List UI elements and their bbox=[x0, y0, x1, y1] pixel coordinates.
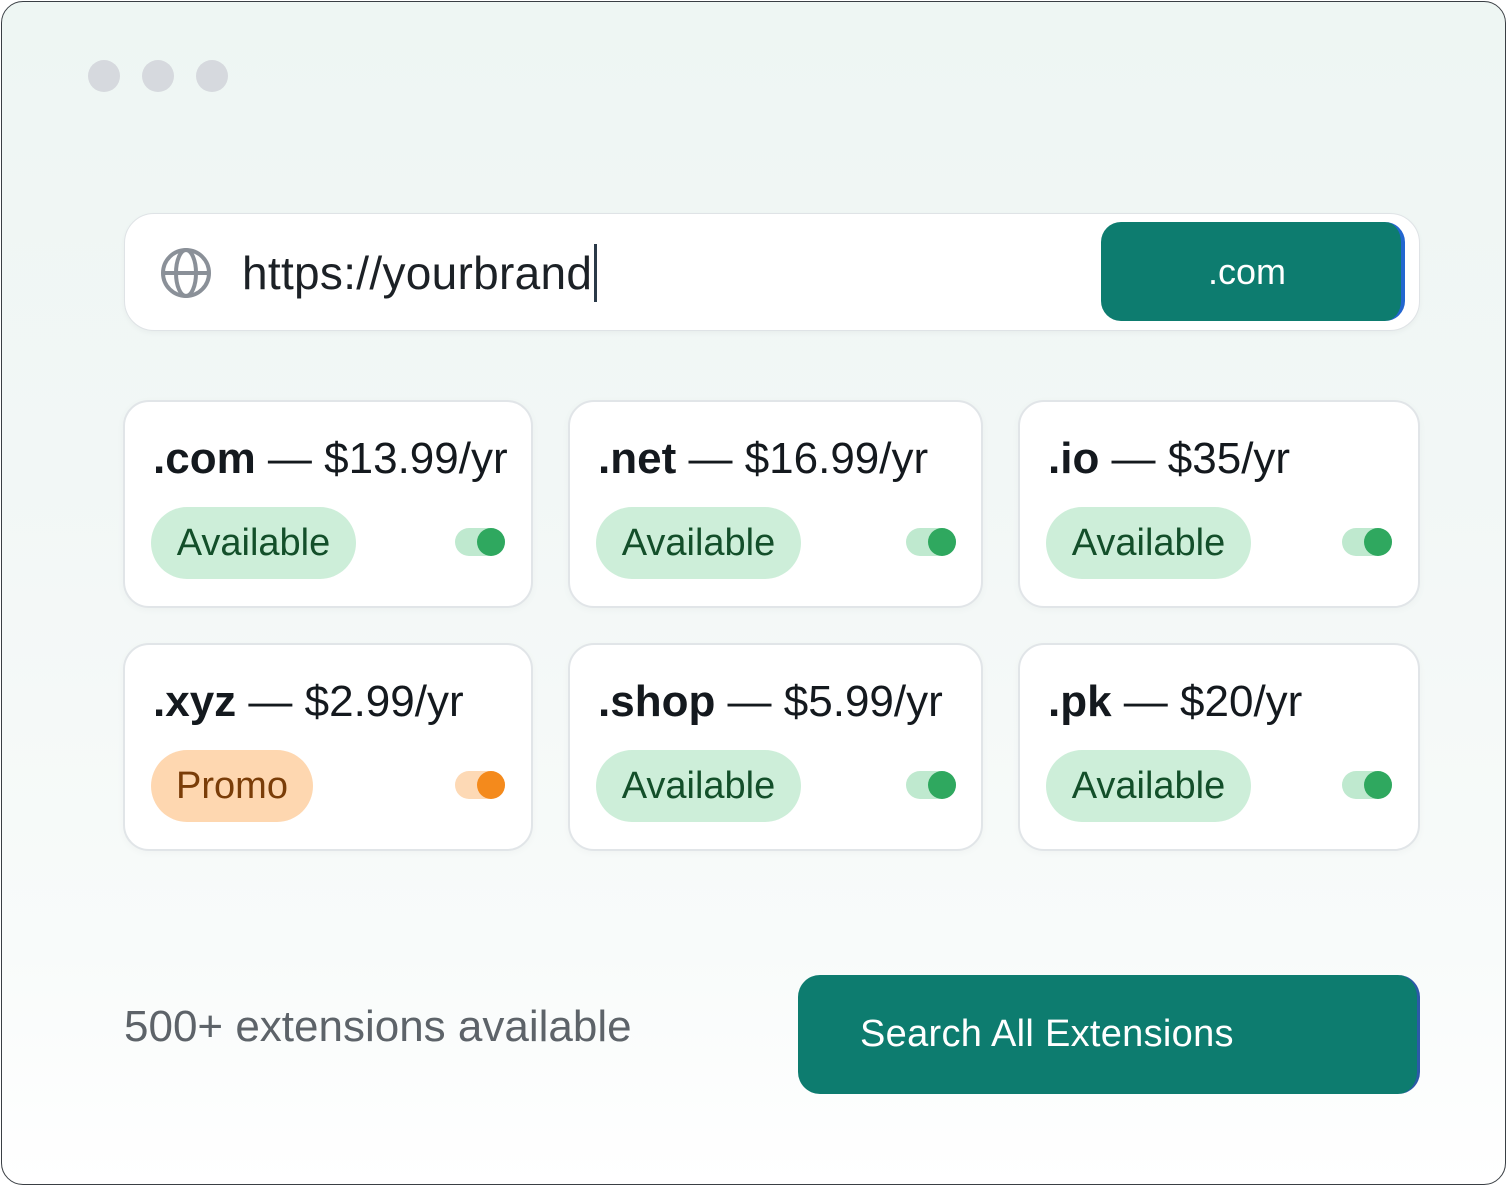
card-title: .pk — $20/yr bbox=[1048, 677, 1302, 727]
card-tld: .com bbox=[153, 434, 256, 483]
domain-card-xyz[interactable]: .xyz — $2.99/yr Promo bbox=[123, 643, 533, 851]
card-separator: — bbox=[236, 677, 305, 726]
card-tld: .pk bbox=[1048, 677, 1112, 726]
window-controls bbox=[88, 60, 228, 92]
domain-card-shop[interactable]: .shop — $5.99/yr Available bbox=[568, 643, 983, 851]
availability-toggle[interactable] bbox=[906, 771, 956, 799]
search-all-extensions-button[interactable]: Search All Extensions bbox=[798, 975, 1420, 1094]
card-separator: — bbox=[715, 677, 784, 726]
browser-window: https://yourbrand .com .com — $13.99/yr … bbox=[1, 1, 1506, 1185]
text-caret bbox=[594, 244, 598, 302]
toggle-knob bbox=[1364, 771, 1392, 799]
card-tld: .shop bbox=[598, 677, 716, 726]
domain-card-net[interactable]: .net — $16.99/yr Available bbox=[568, 400, 983, 608]
toggle-knob bbox=[1364, 528, 1392, 556]
window-dot-minimize[interactable] bbox=[142, 60, 174, 92]
card-separator: — bbox=[1111, 677, 1181, 726]
card-price: $2.99/yr bbox=[304, 677, 464, 726]
domain-card-pk[interactable]: .pk — $20/yr Available bbox=[1018, 643, 1420, 851]
card-price: $5.99/yr bbox=[783, 677, 943, 726]
availability-toggle[interactable] bbox=[455, 528, 505, 556]
status-badge: Available bbox=[596, 750, 801, 822]
status-badge: Available bbox=[596, 507, 801, 579]
card-title: .com — $13.99/yr bbox=[153, 434, 508, 484]
card-separator: — bbox=[676, 434, 745, 483]
toggle-knob bbox=[477, 528, 505, 556]
domain-input[interactable]: https://yourbrand bbox=[242, 238, 598, 308]
card-tld: .io bbox=[1048, 434, 1100, 483]
extensions-count: 500+ extensions available bbox=[124, 1002, 632, 1051]
card-title: .io — $35/yr bbox=[1048, 434, 1290, 484]
toggle-knob bbox=[928, 771, 956, 799]
domain-search-bar[interactable]: https://yourbrand .com bbox=[124, 213, 1420, 331]
toggle-knob bbox=[477, 771, 505, 799]
tld-select-button[interactable]: .com bbox=[1101, 222, 1405, 321]
domain-input-value: https://yourbrand bbox=[242, 247, 593, 299]
domain-card-io[interactable]: .io — $35/yr Available bbox=[1018, 400, 1420, 608]
domain-card-com[interactable]: .com — $13.99/yr Available bbox=[123, 400, 533, 608]
card-separator: — bbox=[255, 434, 325, 483]
card-separator: — bbox=[1099, 434, 1168, 483]
availability-toggle[interactable] bbox=[906, 528, 956, 556]
card-tld: .xyz bbox=[153, 677, 237, 726]
card-price: $16.99/yr bbox=[744, 434, 929, 483]
status-badge: Promo bbox=[151, 750, 313, 822]
status-badge: Available bbox=[1046, 507, 1251, 579]
card-price: $13.99/yr bbox=[324, 434, 508, 483]
availability-toggle[interactable] bbox=[1342, 771, 1392, 799]
availability-toggle[interactable] bbox=[455, 771, 505, 799]
status-badge: Available bbox=[151, 507, 356, 579]
card-title: .shop — $5.99/yr bbox=[598, 677, 943, 727]
window-dot-maximize[interactable] bbox=[196, 60, 228, 92]
card-price: $35/yr bbox=[1167, 434, 1291, 483]
status-badge: Available bbox=[1046, 750, 1251, 822]
card-title: .net — $16.99/yr bbox=[598, 434, 928, 484]
toggle-knob bbox=[928, 528, 956, 556]
availability-toggle[interactable] bbox=[1342, 528, 1392, 556]
window-dot-close[interactable] bbox=[88, 60, 120, 92]
card-title: .xyz — $2.99/yr bbox=[153, 677, 464, 727]
card-tld: .net bbox=[598, 434, 677, 483]
card-price: $20/yr bbox=[1180, 677, 1303, 726]
globe-icon bbox=[161, 248, 211, 298]
